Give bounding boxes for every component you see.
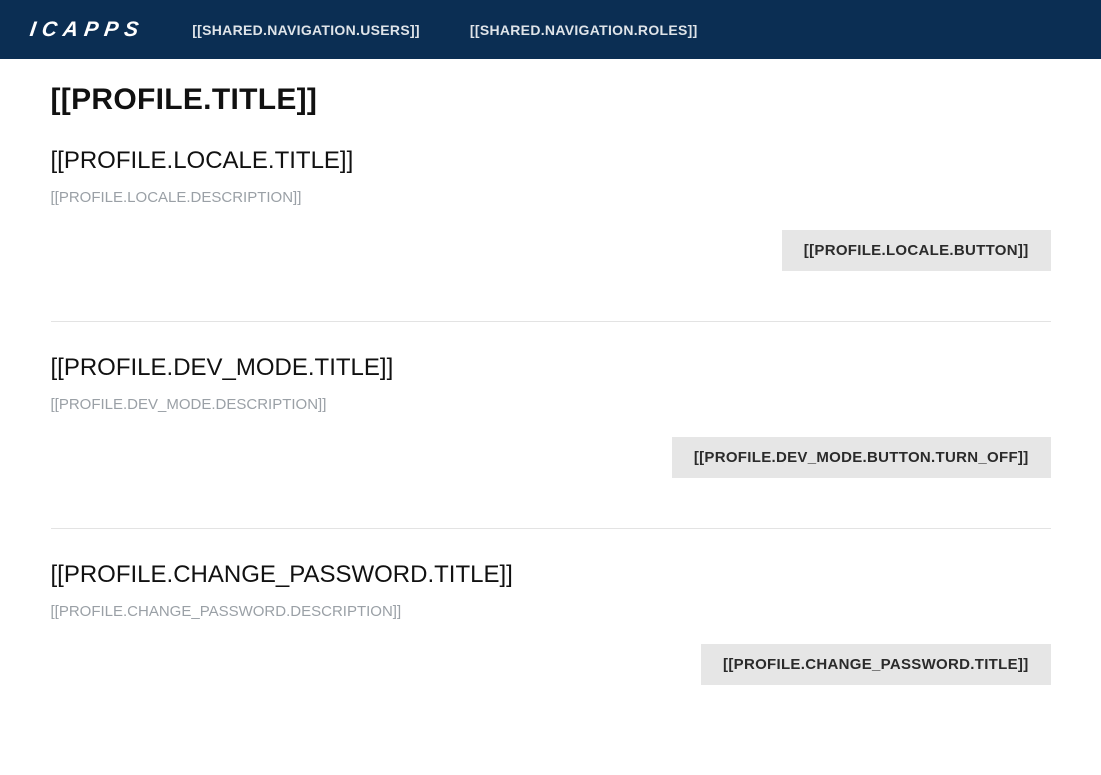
nav-link-roles[interactable]: [[SHARED.NAVIGATION.ROLES]] — [470, 22, 698, 38]
main-container: [[PROFILE.TITLE]] [[PROFILE.LOCALE.TITLE… — [51, 59, 1051, 775]
divider — [51, 528, 1051, 529]
page-title: [[PROFILE.TITLE]] — [51, 83, 1051, 117]
section-locale-title: [[PROFILE.LOCALE.TITLE]] — [51, 147, 1051, 175]
section-change-password-title: [[PROFILE.CHANGE_PASSWORD.TITLE]] — [51, 561, 1051, 589]
section-dev-mode-description: [[PROFILE.DEV_MODE.DESCRIPTION]] — [51, 396, 1051, 413]
section-change-password: [[PROFILE.CHANGE_PASSWORD.TITLE]] [[PROF… — [51, 561, 1051, 707]
divider — [51, 321, 1051, 322]
section-locale: [[PROFILE.LOCALE.TITLE]] [[PROFILE.LOCAL… — [51, 147, 1051, 293]
section-dev-mode: [[PROFILE.DEV_MODE.TITLE]] [[PROFILE.DEV… — [51, 354, 1051, 500]
section-locale-description: [[PROFILE.LOCALE.DESCRIPTION]] — [51, 189, 1051, 206]
change-password-button[interactable]: [[PROFILE.CHANGE_PASSWORD.TITLE]] — [701, 644, 1050, 685]
section-change-password-button-row: [[PROFILE.CHANGE_PASSWORD.TITLE]] — [51, 644, 1051, 685]
dev-mode-button[interactable]: [[PROFILE.DEV_MODE.BUTTON.TURN_OFF]] — [672, 437, 1051, 478]
nav-link-users[interactable]: [[SHARED.NAVIGATION.USERS]] — [192, 22, 420, 38]
locale-button[interactable]: [[PROFILE.LOCALE.BUTTON]] — [782, 230, 1051, 271]
section-change-password-description: [[PROFILE.CHANGE_PASSWORD.DESCRIPTION]] — [51, 603, 1051, 620]
logo: ICAPPS — [28, 18, 146, 42]
top-navbar: ICAPPS [[SHARED.NAVIGATION.USERS]] [[SHA… — [0, 0, 1101, 59]
section-dev-mode-title: [[PROFILE.DEV_MODE.TITLE]] — [51, 354, 1051, 382]
section-locale-button-row: [[PROFILE.LOCALE.BUTTON]] — [51, 230, 1051, 271]
section-dev-mode-button-row: [[PROFILE.DEV_MODE.BUTTON.TURN_OFF]] — [51, 437, 1051, 478]
